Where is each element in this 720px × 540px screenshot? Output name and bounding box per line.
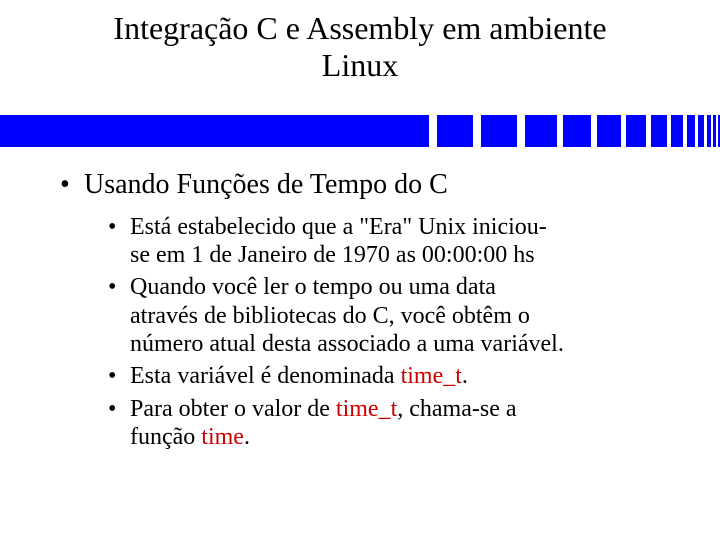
b3-prefix: Esta variável é denominada — [130, 363, 401, 389]
b2-line-c: número atual desta associado a uma variá… — [130, 331, 564, 357]
b4-highlight-2: time — [201, 424, 244, 450]
b1-line-b: se em 1 de Janeiro de 1970 as 00:00:00 h… — [130, 242, 535, 268]
title-line-2: Linux — [322, 47, 398, 83]
bullet-item-2: Quando você ler o tempo ou uma data atra… — [108, 273, 660, 358]
b4-mid: , chama-se a — [397, 396, 516, 422]
bullet-item-1: Está estabelecido que a "Era" Unix inici… — [108, 213, 660, 270]
bullet-heading: Usando Funções de Tempo do C — [60, 170, 660, 201]
b4-prefix: Para obter o valor de — [130, 396, 336, 422]
b4-suffix: . — [244, 424, 250, 450]
b2-line-b: através de bibliotecas do C, você obtêm … — [130, 303, 530, 329]
sub-bullets: Está estabelecido que a "Era" Unix inici… — [60, 213, 660, 452]
stripe-gap — [473, 115, 481, 147]
stripe-bar — [0, 115, 429, 147]
slide-title: Integração C e Assembly em ambiente Linu… — [0, 10, 720, 84]
b3-highlight: time_t — [401, 363, 462, 389]
title-line-1: Integração C e Assembly em ambiente — [113, 10, 606, 46]
bullet-item-3: Esta variável é denominada time_t. — [108, 362, 660, 390]
stripe-bar — [525, 115, 557, 147]
stripe-bar — [563, 115, 591, 147]
stripe-bar — [687, 115, 695, 147]
slide: Integração C e Assembly em ambiente Linu… — [0, 0, 720, 540]
heading-text: Usando Funções de Tempo do C — [84, 169, 448, 200]
content-area: Usando Funções de Tempo do C Está estabe… — [60, 170, 660, 455]
stripe-gap — [429, 115, 437, 147]
bullet-item-4: Para obter o valor de time_t, chama-se a… — [108, 395, 660, 452]
b3-suffix: . — [462, 363, 468, 389]
stripe-bar — [626, 115, 646, 147]
stripe-bar — [481, 115, 517, 147]
decorative-stripe — [0, 115, 720, 147]
stripe-bar — [437, 115, 473, 147]
b2-line-a: Quando você ler o tempo ou uma data — [130, 274, 496, 300]
stripe-bar — [671, 115, 683, 147]
b1-line-a: Está estabelecido que a "Era" Unix inici… — [130, 214, 547, 240]
b4-line2-prefix: função — [130, 424, 201, 450]
stripe-gap — [517, 115, 525, 147]
stripe-bar — [651, 115, 667, 147]
stripe-bar — [597, 115, 621, 147]
b4-highlight-1: time_t — [336, 396, 397, 422]
